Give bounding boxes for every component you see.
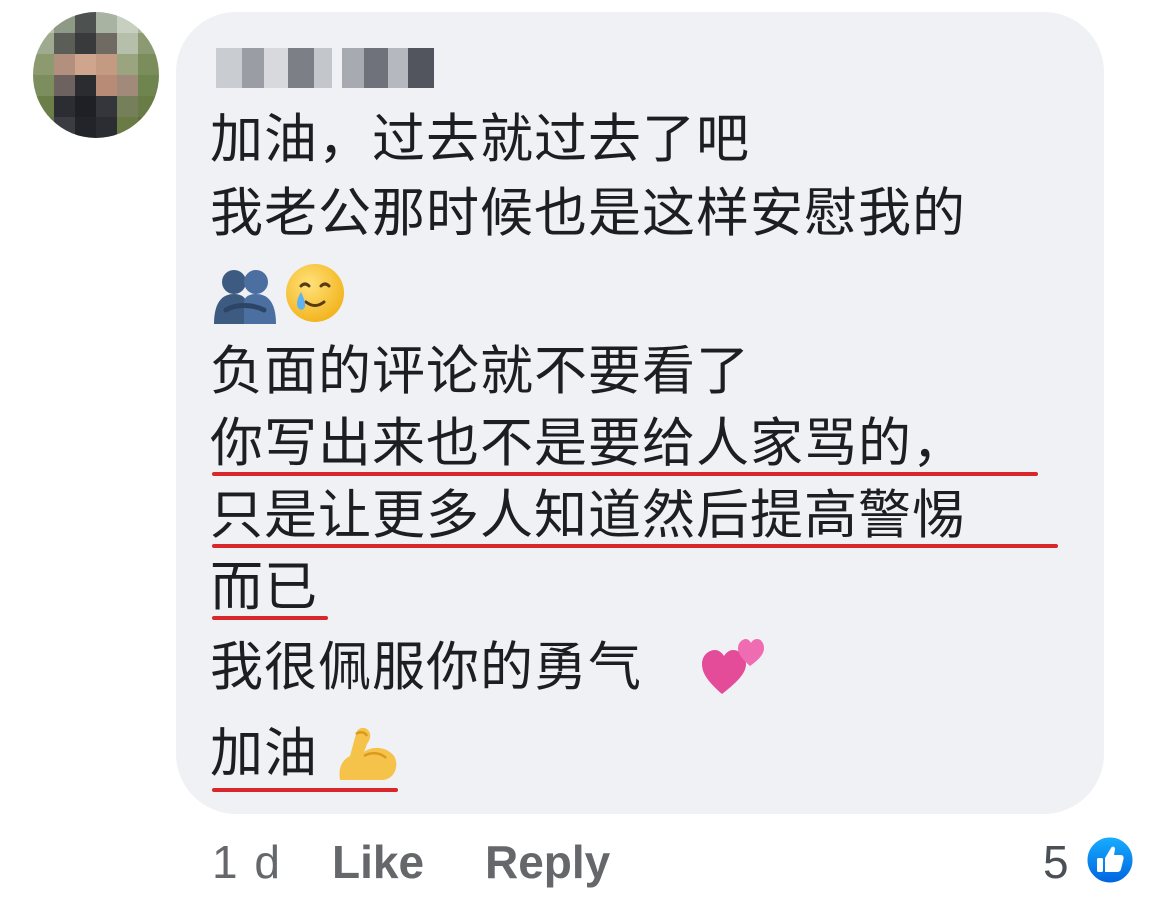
highlight-underline xyxy=(212,616,328,620)
commenter-avatar[interactable] xyxy=(33,12,159,138)
comment-line-3: 负面的评论就不要看了 xyxy=(210,341,750,402)
reaction-count[interactable]: 5 xyxy=(1043,832,1069,892)
comment-line-2: 我老公那时候也是这样安慰我的 xyxy=(210,183,966,244)
comment-line-1: 加油，过去就过去了吧 xyxy=(210,109,750,170)
flexed-biceps-icon xyxy=(339,727,397,780)
comment-line-5: 只是让更多人知道然后提高警惕 xyxy=(210,485,966,546)
comment-timestamp: 1 d xyxy=(212,836,282,888)
like-button[interactable]: Like xyxy=(332,832,424,892)
reply-button[interactable]: Reply xyxy=(485,832,610,892)
like-reaction-icon[interactable] xyxy=(1084,834,1136,886)
two-hearts-icon xyxy=(702,639,764,694)
comment-line-6: 而已 xyxy=(210,557,318,618)
highlight-underline xyxy=(212,788,398,792)
comment-line-7: 我很佩服你的勇气 xyxy=(210,637,642,698)
highlight-underline xyxy=(212,472,1038,476)
smiling-face-with-tear-icon xyxy=(286,264,344,322)
commenter-name-redacted[interactable] xyxy=(216,48,434,88)
highlight-underline xyxy=(212,544,1058,548)
comment-line-4: 你写出来也不是要给人家骂的， xyxy=(210,413,966,474)
comment-line-8: 加油 xyxy=(210,723,318,784)
hugging-people-icon xyxy=(214,270,276,324)
